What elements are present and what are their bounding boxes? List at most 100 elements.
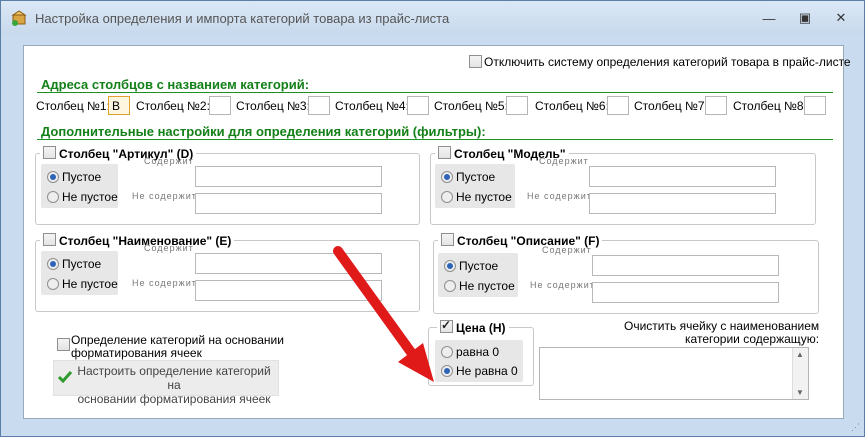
- scroll-up-icon[interactable]: ▲: [796, 350, 804, 359]
- name-contains-label: Содержит: [144, 243, 194, 253]
- column-3-label: Столбец №3:: [236, 99, 310, 113]
- description-empty-radio[interactable]: [444, 260, 456, 272]
- description-radio-box: Пустое Не пустое: [438, 253, 518, 297]
- name-contains-input[interactable]: [195, 253, 382, 274]
- title-bar: Настройка определения и импорта категори…: [1, 1, 864, 35]
- name-not-empty-radio[interactable]: [47, 278, 59, 290]
- format-detection-label: Определение категорий на основании форма…: [71, 334, 284, 360]
- close-button[interactable]: ✕: [830, 9, 852, 27]
- article-empty-label: Пустое: [62, 170, 102, 184]
- column-6-input[interactable]: [607, 96, 629, 115]
- name-not-contains-input[interactable]: [195, 280, 382, 301]
- filter-group-model: Столбец "Модель" Пустое Не пустое Содерж…: [430, 146, 816, 225]
- column-4-input[interactable]: [407, 96, 429, 115]
- article-not-empty-radio[interactable]: [47, 191, 59, 203]
- format-detection-label-line2: форматирования ячеек: [71, 346, 202, 360]
- filter-group-article: Столбец "Артикул" (D) Пустое Не пустое С…: [35, 146, 420, 225]
- configure-format-line2: основании форматирования ячеек: [77, 392, 271, 406]
- description-empty-label: Пустое: [459, 259, 499, 273]
- column-2-label: Столбец №2:: [136, 99, 210, 113]
- column-5-input[interactable]: [506, 96, 528, 115]
- model-radio-box: Пустое Не пустое: [435, 164, 515, 208]
- price-nonzero-radio[interactable]: [441, 365, 453, 377]
- filter-group-name: Столбец "Наименование" (E) Пустое Не пус…: [35, 233, 420, 312]
- columns-divider: [37, 92, 833, 93]
- filter-group-description: Столбец "Описание" (F) Пустое Не пустое …: [433, 233, 819, 314]
- article-not-contains-input[interactable]: [195, 193, 382, 214]
- article-contains-input[interactable]: [195, 166, 382, 187]
- disable-system-label: Отключить систему определения категорий …: [484, 55, 851, 69]
- article-radio-box: Пустое Не пустое: [41, 164, 118, 208]
- price-group: Цена (H) равна 0 Не равна 0: [428, 318, 534, 386]
- description-checkbox[interactable]: [441, 233, 454, 246]
- name-radio-box: Пустое Не пустое: [41, 251, 118, 295]
- column-1-input[interactable]: B: [108, 96, 130, 115]
- description-not-contains-label: Не содержит: [530, 280, 595, 290]
- configure-format-text: Настроить определение категорий на основ…: [74, 364, 274, 406]
- article-empty-radio[interactable]: [47, 171, 59, 183]
- model-not-empty-label: Не пустое: [456, 190, 512, 204]
- format-detection-label-line1: Определение категорий на основании: [71, 333, 284, 347]
- settings-panel: Отключить систему определения категорий …: [23, 45, 851, 419]
- green-check-icon: [57, 370, 73, 386]
- price-zero-label: равна 0: [456, 345, 500, 359]
- name-empty-label: Пустое: [62, 257, 102, 271]
- clear-cell-label: Очистить ячейку с наименованием категори…: [624, 320, 819, 346]
- filter-group-name-header: Столбец "Наименование" (E): [40, 233, 235, 248]
- model-not-empty-radio[interactable]: [441, 191, 453, 203]
- minimize-button[interactable]: —: [758, 9, 780, 27]
- column-7-label: Столбец №7:: [634, 99, 708, 113]
- name-not-contains-label: Не содержит: [132, 278, 197, 288]
- article-not-empty-label: Не пустое: [62, 190, 118, 204]
- filters-section-title: Дополнительные настройки для определения…: [41, 124, 486, 139]
- column-1-label: Столбец №1:: [36, 99, 110, 113]
- column-5-label: Столбец №5:: [434, 99, 508, 113]
- name-checkbox[interactable]: [43, 233, 56, 246]
- price-group-header: Цена (H): [437, 318, 509, 335]
- description-not-contains-input[interactable]: [592, 282, 779, 303]
- configure-format-line1: Настроить определение категорий на: [77, 364, 271, 392]
- clear-cell-scrollbar[interactable]: ▲ ▼: [792, 348, 808, 399]
- settings-window: Настройка определения и импорта категори…: [0, 0, 865, 437]
- description-not-empty-radio[interactable]: [444, 280, 456, 292]
- article-contains-label: Содержит: [144, 156, 194, 166]
- model-empty-radio[interactable]: [441, 171, 453, 183]
- maximize-button[interactable]: ▣: [794, 9, 816, 27]
- price-radio-box: равна 0 Не равна 0: [435, 340, 523, 382]
- name-not-empty-label: Не пустое: [62, 277, 118, 291]
- column-6-label: Столбец №6:: [535, 99, 609, 113]
- name-empty-radio[interactable]: [47, 258, 59, 270]
- model-checkbox[interactable]: [438, 146, 451, 159]
- price-title: Цена (H): [456, 321, 506, 335]
- configure-format-button[interactable]: Настроить определение категорий на основ…: [53, 360, 279, 406]
- app-box-icon: [11, 10, 27, 26]
- price-checkbox[interactable]: [440, 318, 453, 333]
- description-contains-label: Содержит: [542, 245, 592, 255]
- price-zero-radio[interactable]: [441, 346, 453, 358]
- model-contains-label: Содержит: [539, 156, 589, 166]
- model-not-contains-label: Не содержит: [527, 191, 592, 201]
- column-8-input[interactable]: [804, 96, 826, 115]
- clear-cell-label-line1: Очистить ячейку с наименованием: [624, 319, 820, 333]
- article-checkbox[interactable]: [43, 146, 56, 159]
- column-2-input[interactable]: [209, 96, 231, 115]
- model-contains-input[interactable]: [589, 166, 776, 187]
- disable-system-checkbox[interactable]: [469, 55, 482, 68]
- columns-section-title: Адреса столбцов с названием категорий:: [41, 77, 310, 92]
- clear-cell-textarea[interactable]: ▲ ▼: [539, 347, 809, 400]
- model-empty-label: Пустое: [456, 170, 496, 184]
- filters-divider: [37, 139, 833, 140]
- column-8-label: Столбец №8:: [733, 99, 807, 113]
- description-contains-input[interactable]: [592, 255, 779, 276]
- column-7-input[interactable]: [705, 96, 727, 115]
- column-3-input[interactable]: [308, 96, 330, 115]
- clear-cell-label-line2: категории содержащую:: [685, 332, 820, 346]
- resize-grip-icon[interactable]: ⋰: [851, 422, 860, 433]
- price-nonzero-label: Не равна 0: [456, 364, 518, 378]
- description-not-empty-label: Не пустое: [459, 279, 515, 293]
- column-4-label: Столбец №4:: [335, 99, 409, 113]
- model-not-contains-input[interactable]: [589, 193, 776, 214]
- window-title: Настройка определения и импорта категори…: [35, 11, 450, 26]
- format-detection-checkbox[interactable]: [57, 338, 70, 351]
- scroll-down-icon[interactable]: ▼: [796, 388, 804, 397]
